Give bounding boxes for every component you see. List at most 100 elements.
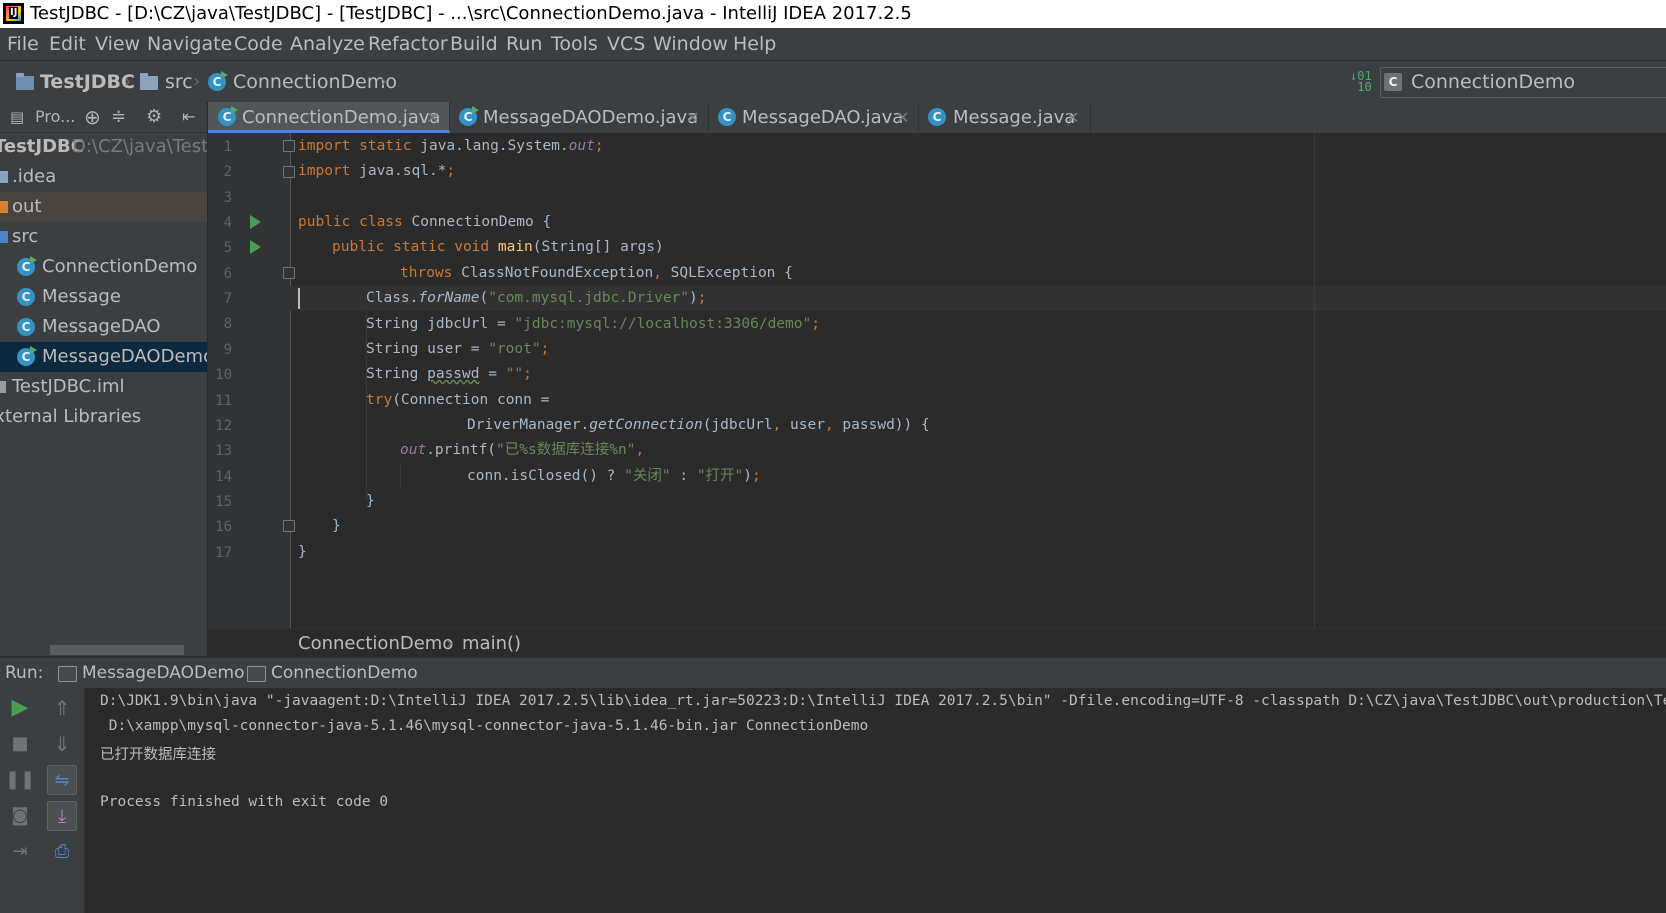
hide-panel-icon[interactable]: ⇤ (182, 102, 195, 132)
code-token: ClassNotFoundException (452, 265, 654, 281)
code-token: java.lang.System. (411, 138, 569, 154)
code-token: ConnectionDemo { (402, 214, 552, 230)
menu-tools[interactable]: Tools (551, 28, 598, 60)
menu-refactor[interactable]: Refactor (368, 28, 448, 60)
menu-help[interactable]: Help (733, 28, 776, 60)
nav-file[interactable]: ConnectionDemo (233, 61, 397, 103)
run-gutter-icon[interactable] (250, 240, 261, 254)
menu-analyze[interactable]: Analyze (290, 28, 365, 60)
menu-run[interactable]: Run (506, 28, 542, 60)
run-console[interactable]: D:\JDK1.9\bin\java "-javaagent:D:\Intell… (85, 688, 1666, 913)
chevron-right-icon: › (124, 71, 132, 92)
close-icon[interactable]: ✕ (686, 102, 699, 133)
menu-edit[interactable]: Edit (49, 28, 86, 60)
code-line-7: Class.forName("com.mysql.jdbc.Driver"); (366, 286, 707, 311)
close-icon[interactable]: ✕ (896, 102, 909, 133)
tree-item-iml[interactable]: TestJDBC.iml (0, 372, 207, 402)
code-token: out (568, 138, 595, 154)
code-token: ; (594, 138, 604, 154)
tab-connectiondemo[interactable]: C ConnectionDemo.java ✕ (208, 102, 450, 133)
locate-icon[interactable]: ⊕ (84, 102, 101, 132)
project-view-select[interactable]: Pro... (35, 102, 75, 132)
project-panel: ▤ Pro... ⊕ ≑ ⚙ ⇤ TestJDBC D:\CZ\java\Tes… (0, 102, 208, 656)
run-gutter-icon[interactable] (250, 215, 261, 229)
tab-messagedaodemo[interactable]: C MessageDAODemo.java ✕ (449, 102, 709, 133)
fold-marker-icon[interactable] (283, 166, 295, 178)
nav-project[interactable]: TestJDBC (40, 61, 135, 103)
line-number: 7 (223, 291, 232, 307)
code-token: ; (811, 316, 820, 332)
code-token: SQLException { (661, 265, 793, 281)
run-tab-messagedaodemo[interactable]: MessageDAODemo (82, 658, 245, 688)
tree-root[interactable]: TestJDBC D:\CZ\java\TestJDBC (0, 132, 207, 162)
horizontal-scrollbar[interactable] (50, 645, 184, 655)
line-number: 17 (215, 545, 232, 561)
tree-item-message[interactable]: C Message (0, 282, 207, 312)
code-token: public class (298, 214, 403, 230)
soft-wrap-icon[interactable]: ⇋ (47, 765, 77, 795)
tree-item-connectiondemo[interactable]: C ConnectionDemo (0, 252, 207, 282)
tree-item-label: MessageDAO (42, 316, 161, 337)
close-icon[interactable]: ✕ (1066, 102, 1079, 133)
class-icon: C (718, 108, 736, 126)
text-caret (298, 288, 300, 309)
fold-marker-icon[interactable] (283, 520, 295, 532)
code-line-11: try(Connection conn = (366, 388, 549, 413)
tree-item-messagedao[interactable]: C MessageDAO (0, 312, 207, 342)
code-line-9: String user = "root"; (366, 337, 549, 362)
menu-view[interactable]: View (95, 28, 140, 60)
run-configuration-select[interactable]: C ConnectionDemo (1380, 67, 1666, 98)
breadcrumb-class[interactable]: ConnectionDemo (298, 629, 453, 658)
code-token: , (653, 265, 662, 281)
tab-message[interactable]: C Message.java ✕ (918, 102, 1091, 133)
tab-messagedao[interactable]: C MessageDAO.java ✕ (708, 102, 919, 133)
exit-icon[interactable]: ⇥ (5, 837, 35, 867)
menu-navigate[interactable]: Navigate (147, 28, 232, 60)
stop-icon[interactable]: ■ (5, 729, 35, 759)
code-token: ; (446, 163, 456, 179)
nav-folder[interactable]: src (165, 61, 193, 103)
fold-marker-icon[interactable] (283, 140, 295, 152)
collapse-all-icon[interactable]: ≑ (111, 102, 126, 132)
code-token: ) (689, 290, 698, 306)
code-token: ( (479, 290, 489, 306)
tree-item-external-libraries[interactable]: External Libraries (0, 402, 207, 432)
menu-window[interactable]: Window (653, 28, 728, 60)
indent-guide (400, 463, 401, 488)
class-icon: C (17, 346, 37, 366)
dump-threads-icon[interactable]: ◙ (5, 801, 35, 831)
menu-code[interactable]: Code (234, 28, 283, 60)
sort-icon[interactable]: ↓01 10 (1350, 70, 1372, 93)
code-token: String jdbcUrl = (366, 316, 515, 332)
code-editor[interactable]: 1 2 3 4 5 6 7 8 9 10 11 12 13 14 15 16 1… (208, 133, 1666, 628)
scroll-to-end-icon[interactable]: ⤓ (47, 801, 77, 831)
fold-marker-icon[interactable] (283, 267, 295, 279)
class-icon: C (17, 318, 35, 336)
print-icon[interactable]: ⎙ (47, 837, 77, 867)
code-token: "已%s数据库连接%n" (496, 442, 636, 458)
console-line: Process finished with exit code 0 (100, 794, 389, 810)
code-token: "关闭" (624, 468, 671, 484)
menu-file[interactable]: File (7, 28, 39, 60)
run-panel-header: Run: MessageDAODemo ConnectionDemo (0, 657, 1666, 689)
tree-item-src[interactable]: src (0, 222, 207, 252)
tree-item-out[interactable]: out (0, 192, 207, 222)
arrow-up-icon[interactable]: ⇑ (47, 693, 77, 723)
arrow-down-icon[interactable]: ⇓ (47, 729, 77, 759)
tree-item-idea[interactable]: .idea (0, 162, 207, 192)
breadcrumb-method[interactable]: main() (462, 629, 521, 658)
code-token: : (670, 468, 697, 484)
menu-vcs[interactable]: VCS (607, 28, 645, 60)
line-number: 12 (215, 418, 232, 434)
run-tab-connectiondemo[interactable]: ConnectionDemo (271, 658, 418, 688)
rerun-icon[interactable]: ▶ (5, 693, 35, 723)
tree-item-label: TestJDBC.iml (12, 376, 125, 397)
tree-item-messagedaodemo[interactable]: C MessageDAODemo (0, 342, 207, 372)
code-token: ; (523, 366, 532, 382)
close-icon[interactable]: ✕ (426, 102, 439, 133)
gear-icon[interactable]: ⚙ (146, 102, 162, 132)
menu-build[interactable]: Build (450, 28, 498, 60)
code-token: (Connection conn = (392, 392, 550, 408)
pause-icon[interactable]: ❚❚ (5, 765, 35, 795)
right-margin-guide (1314, 133, 1315, 628)
